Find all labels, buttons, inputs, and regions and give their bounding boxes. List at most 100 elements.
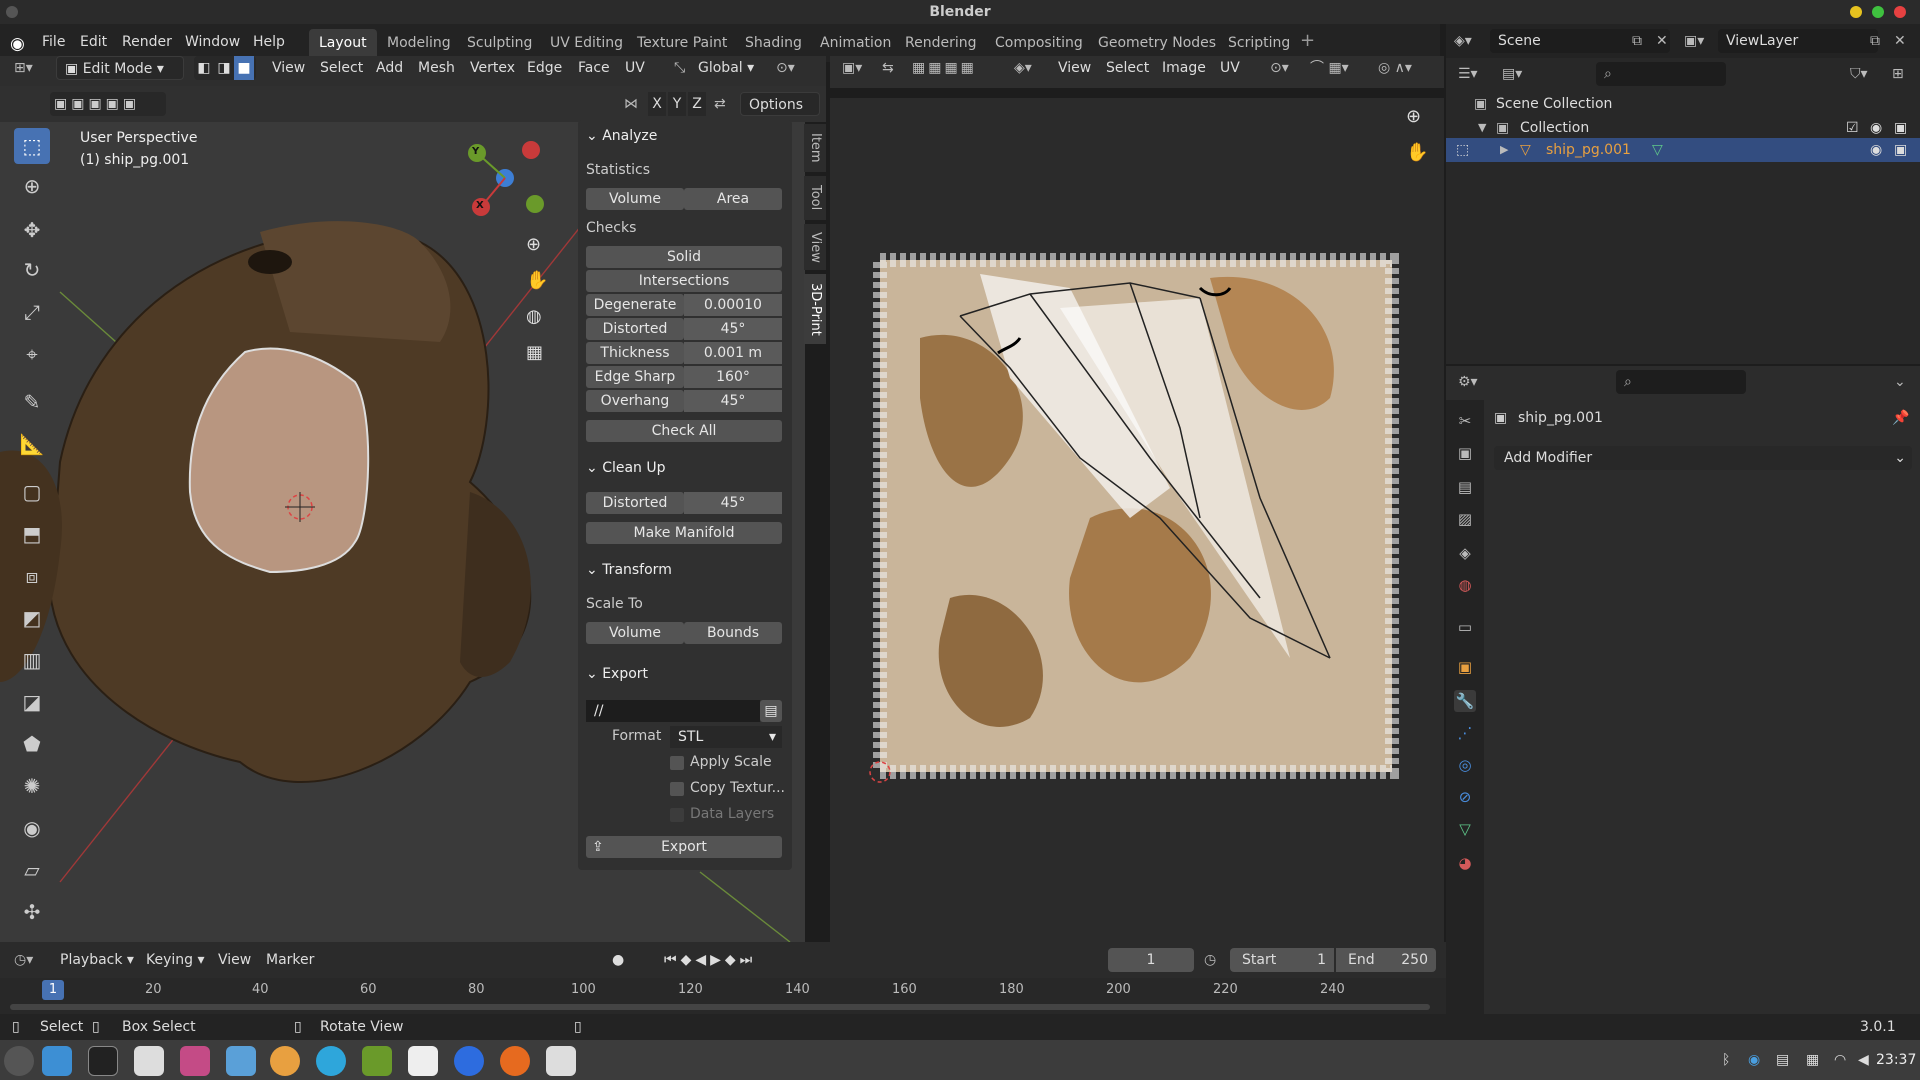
document-app-icon[interactable] xyxy=(408,1046,438,1076)
viewlayer-close-icon[interactable]: ✕ xyxy=(1894,29,1906,53)
editor-type-icon[interactable]: ⊞▾ xyxy=(14,56,33,80)
rip-tool-icon[interactable]: ✣ xyxy=(14,894,50,930)
collection-checkbox[interactable]: ☑ xyxy=(1846,116,1859,140)
selection-mode-buttons[interactable]: ▣▣▣▣▣ xyxy=(50,92,166,116)
blender-logo-icon[interactable]: ◉ xyxy=(10,34,25,54)
playhead-frame[interactable]: 1 xyxy=(42,980,64,1000)
tray-printer-icon[interactable]: ▤ xyxy=(1776,1048,1789,1072)
record-icon[interactable]: ● xyxy=(612,948,624,972)
tab-item[interactable]: Item xyxy=(804,124,826,172)
cleanup-distorted-value[interactable]: 45° xyxy=(684,492,782,514)
tray-volume-icon[interactable]: ◀ xyxy=(1858,1048,1869,1072)
window-menu-icon[interactable] xyxy=(6,6,18,18)
scene-close-icon[interactable]: ✕ xyxy=(1656,29,1668,53)
vertex-select-icon[interactable]: ◧ xyxy=(194,56,214,80)
uv-sync-icon[interactable]: ⇆ xyxy=(882,56,894,80)
output-props-icon[interactable]: ▤ xyxy=(1454,476,1476,498)
camera-view-icon[interactable]: ◍ xyxy=(526,306,542,327)
store-app-icon[interactable] xyxy=(546,1046,576,1076)
select-mode-group[interactable]: ◧ ◨ ■ xyxy=(194,56,256,80)
menu-uv[interactable]: UV xyxy=(625,56,645,80)
particles-props-icon[interactable]: ⋰ xyxy=(1454,722,1476,744)
export-button[interactable]: ⇪ Export xyxy=(586,836,782,858)
face-select-icon[interactable]: ■ xyxy=(234,56,254,80)
collection-label[interactable]: Collection xyxy=(1520,116,1589,140)
tab-3d-print[interactable]: 3D-Print xyxy=(804,274,826,344)
menu-mesh[interactable]: Mesh xyxy=(418,56,455,80)
modifier-props-icon[interactable]: 🔧 xyxy=(1454,690,1476,712)
tab-animation[interactable]: Animation xyxy=(810,29,901,57)
timeline-scrollbar[interactable] xyxy=(10,1004,1430,1010)
edge-select-icon[interactable]: ◨ xyxy=(214,56,234,80)
tray-keyboard-flag-icon[interactable]: ▦ xyxy=(1806,1048,1819,1072)
transform-header[interactable]: ⌄ Transform xyxy=(586,562,672,578)
uv-editor-type-icon[interactable]: ▣▾ xyxy=(842,56,862,80)
minimize-button[interactable] xyxy=(1850,6,1862,18)
collection-camera-icon[interactable]: ▣ xyxy=(1894,116,1907,140)
view-layer-props-icon[interactable]: ▨ xyxy=(1454,508,1476,530)
viewlayer-copy-icon[interactable]: ⧉ xyxy=(1870,29,1880,53)
uv-select-mode-icons[interactable]: ▦▦▦▦ xyxy=(912,56,996,80)
close-button[interactable] xyxy=(1894,6,1906,18)
menu-window[interactable]: Window xyxy=(185,34,240,50)
properties-options-icon[interactable]: ⌄ xyxy=(1894,370,1906,394)
orientation-icon[interactable]: ⤡ xyxy=(674,56,685,80)
terminal-app-icon[interactable] xyxy=(88,1046,118,1076)
object-expand-icon[interactable]: ▶ xyxy=(1500,138,1508,162)
playback-controls[interactable]: ⏮◆◀▶◆⏭ xyxy=(664,948,756,972)
bevel-tool-icon[interactable]: ◩ xyxy=(14,600,50,636)
uv-snap-icon[interactable]: ⌒ ▦▾ xyxy=(1310,56,1349,80)
uv-menu-select[interactable]: Select xyxy=(1106,56,1149,80)
tray-wifi-icon[interactable]: ◠ xyxy=(1834,1048,1846,1072)
object-eye-icon[interactable]: ◉ xyxy=(1870,138,1882,162)
poly-build-tool-icon[interactable]: ⬟ xyxy=(14,726,50,762)
uv-menu-image[interactable]: Image xyxy=(1162,56,1206,80)
tab-compositing[interactable]: Compositing xyxy=(985,29,1093,57)
current-frame-field[interactable]: 1 xyxy=(1108,948,1194,972)
properties-type-icon[interactable]: ⚙▾ xyxy=(1458,370,1478,394)
collection-expand-icon[interactable]: ▼ xyxy=(1478,116,1486,140)
cleanup-header[interactable]: ⌄ Clean Up xyxy=(586,460,666,476)
zoom-icon[interactable]: ⊕ xyxy=(526,234,541,255)
folder-icon[interactable]: ▤ xyxy=(760,700,782,722)
nvidia-app-icon[interactable] xyxy=(362,1046,392,1076)
tab-scripting[interactable]: Scripting xyxy=(1218,29,1300,57)
check-all-button[interactable]: Check All xyxy=(586,420,782,442)
grid-ortho-icon[interactable]: ▦ xyxy=(526,342,543,363)
tray-bluetooth-icon[interactable]: ᛒ xyxy=(1722,1048,1730,1072)
uv-menu-uv[interactable]: UV xyxy=(1220,56,1240,80)
mirror-icon[interactable]: ⋈ xyxy=(624,92,638,116)
menu-face[interactable]: Face xyxy=(578,56,610,80)
end-frame-field[interactable]: End 250 xyxy=(1336,948,1436,972)
thickness-value[interactable]: 0.001 m xyxy=(684,342,782,364)
display-mode-icon[interactable]: ▤▾ xyxy=(1502,62,1522,86)
tab-tool[interactable]: Tool xyxy=(804,176,826,220)
solid-button[interactable]: Solid xyxy=(586,246,782,268)
render-props-icon[interactable]: ▣ xyxy=(1454,442,1476,464)
hand-pan-icon[interactable]: ✋ xyxy=(526,270,548,291)
telegram-app-icon[interactable] xyxy=(316,1046,346,1076)
scale-tool-icon[interactable]: ⤢ xyxy=(14,294,50,330)
menu-view[interactable]: View xyxy=(272,56,305,80)
transform-tool-icon[interactable]: ⌖ xyxy=(14,336,50,372)
smooth-tool-icon[interactable]: ◉ xyxy=(14,810,50,846)
pivot-icon[interactable]: ⊙▾ xyxy=(776,56,795,80)
distorted-button[interactable]: Distorted xyxy=(586,318,684,340)
viewlayer-field[interactable]: ViewLayer xyxy=(1718,29,1878,53)
tab-modeling[interactable]: Modeling xyxy=(377,29,461,57)
scene-field[interactable]: Scene xyxy=(1490,29,1670,53)
object-name-label[interactable]: ship_pg.001 xyxy=(1546,138,1631,162)
auto-mirror-icon[interactable]: ⇄ xyxy=(714,92,726,116)
analyze-header[interactable]: ⌄ Analyze xyxy=(586,128,657,144)
orientation-dropdown[interactable]: Global ▾ xyxy=(698,56,754,80)
properties-search[interactable]: ⌕ xyxy=(1616,370,1746,394)
scale-volume-button[interactable]: Volume xyxy=(586,622,684,644)
apply-scale-checkbox[interactable] xyxy=(670,756,684,770)
timeline-menu-view[interactable]: View xyxy=(218,948,251,972)
copy-textures-checkbox[interactable] xyxy=(670,782,684,796)
menu-vertex[interactable]: Vertex xyxy=(470,56,515,80)
uv-menu-view[interactable]: View xyxy=(1058,56,1091,80)
tray-clock[interactable]: 23:37 xyxy=(1876,1048,1916,1072)
add-modifier-dropdown[interactable]: Add Modifier ⌄ xyxy=(1494,446,1912,470)
tab-uv-editing[interactable]: UV Editing xyxy=(540,29,633,57)
